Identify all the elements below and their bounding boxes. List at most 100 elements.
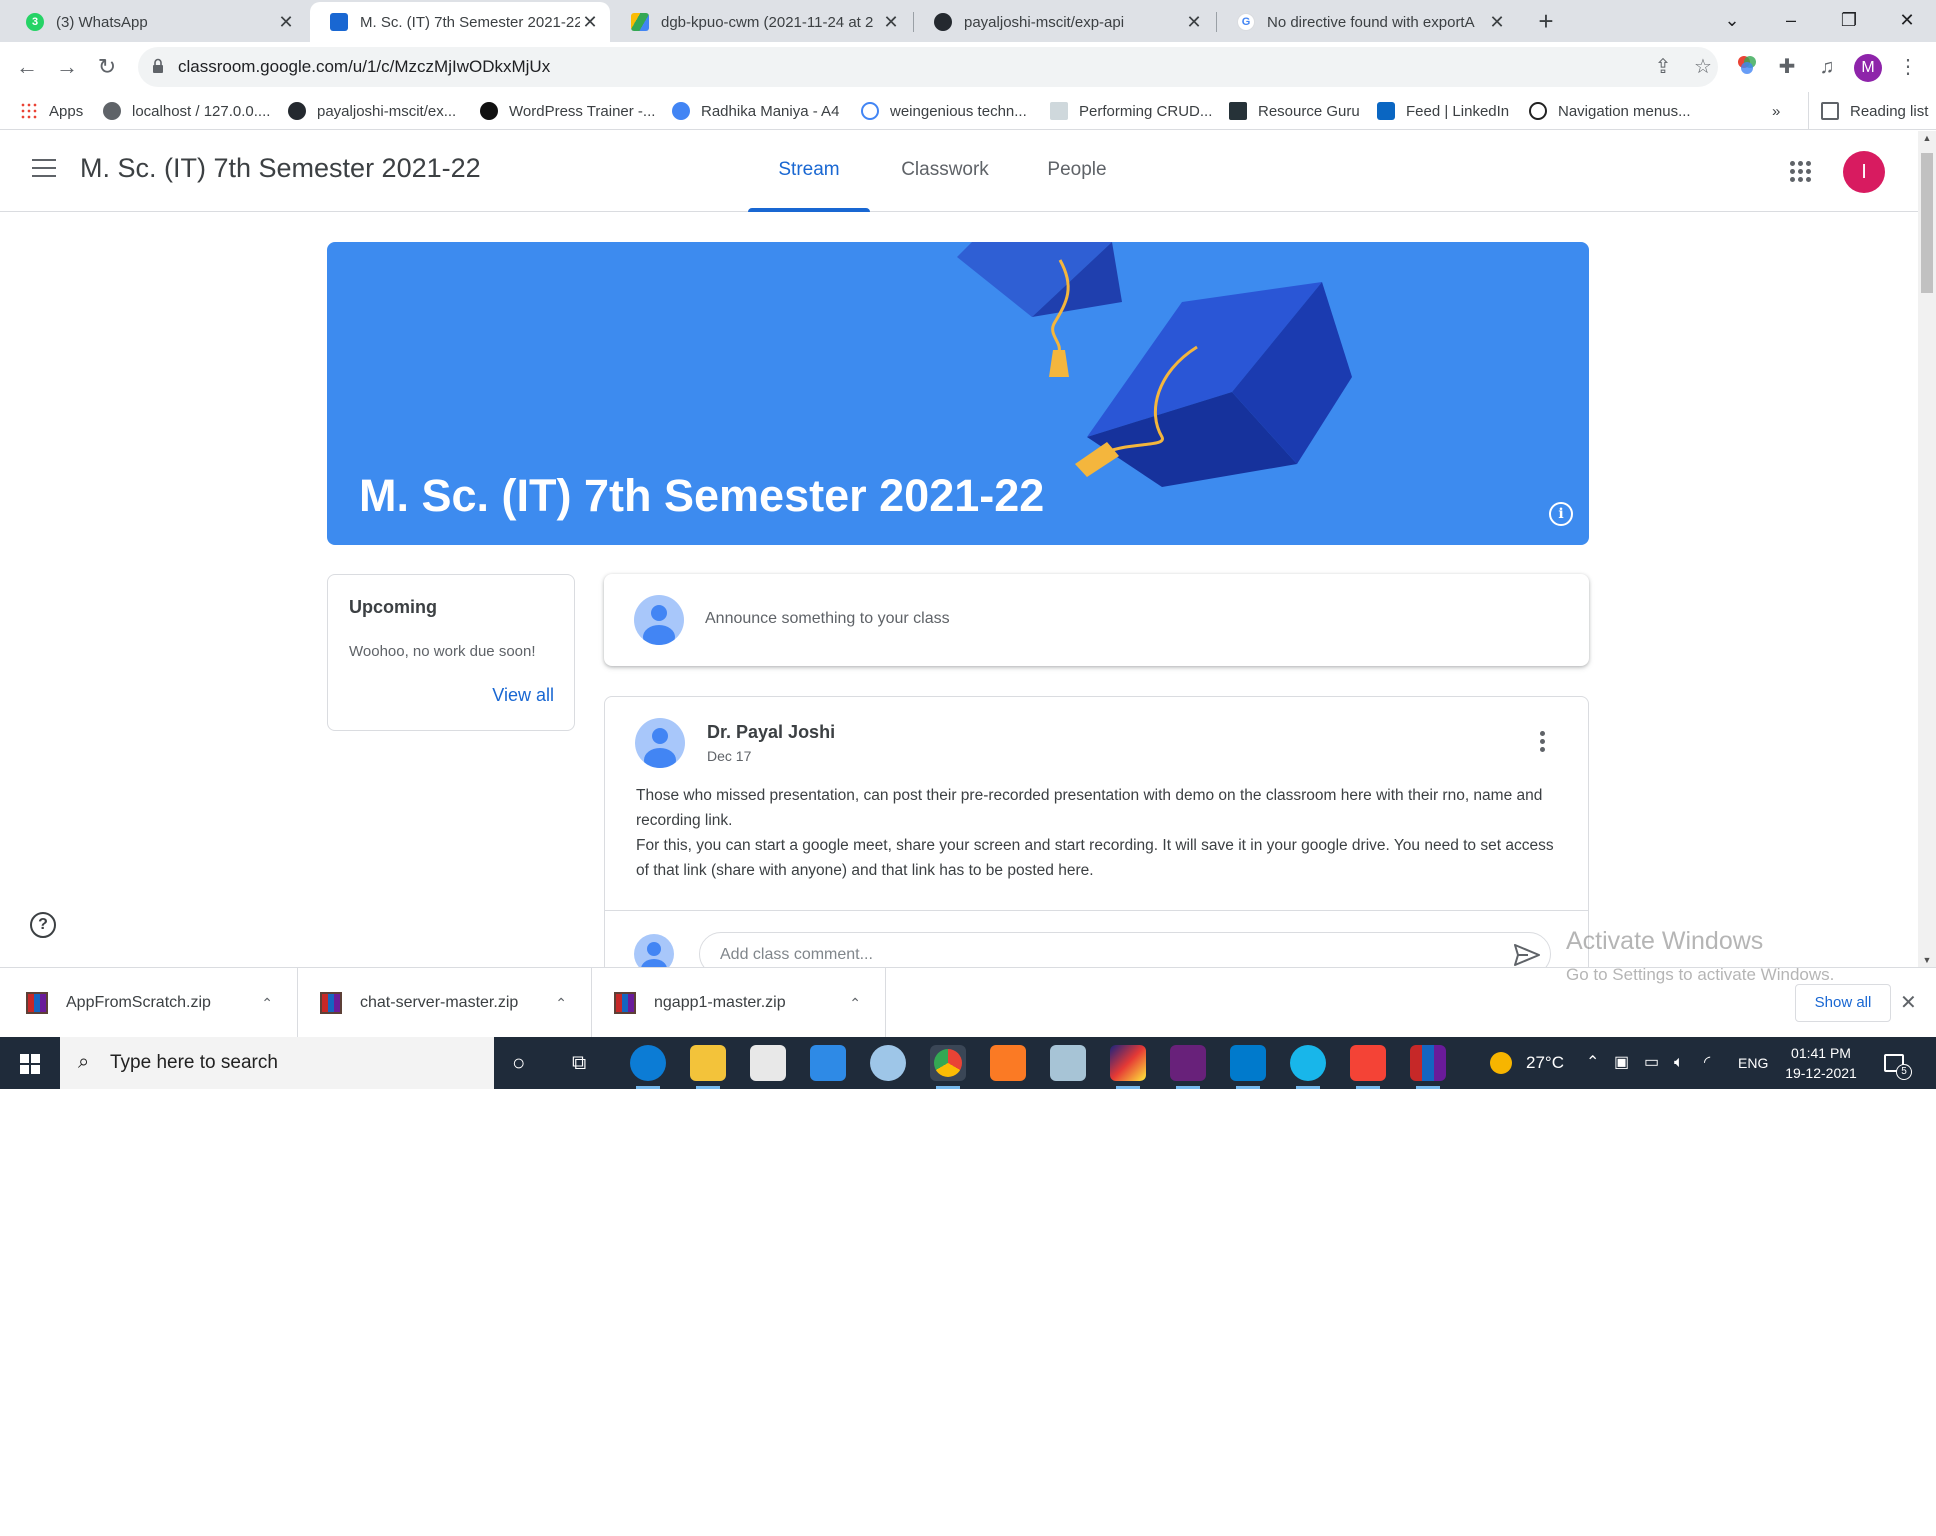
bookmark-weingenious[interactable]: weingenious techn... <box>861 92 1027 130</box>
bookmark-label: WordPress Trainer -... <box>509 102 656 120</box>
chevron-up-icon[interactable]: ⌃ <box>849 995 861 1012</box>
task-view-icon[interactable]: ⧉ <box>572 1037 586 1089</box>
page-scrollbar[interactable]: ▲ ▼ <box>1918 131 1936 967</box>
more-options-icon[interactable] <box>1540 731 1546 755</box>
bookmark-navigation-menus[interactable]: Navigation menus... <box>1529 92 1691 130</box>
bookmark-star-icon[interactable]: ☆ <box>1690 54 1716 80</box>
close-tab-icon[interactable]: ✕ <box>1487 12 1507 33</box>
tab-github[interactable]: payaljoshi-mscit/exp-api ✕ <box>914 2 1214 42</box>
mail-icon[interactable] <box>810 1045 846 1081</box>
help-icon[interactable]: ? <box>30 912 56 938</box>
tab-drive[interactable]: dgb-kpuo-cwm (2021-11-24 at 2 ✕ <box>611 2 911 42</box>
browser-tab-strip: 3 (3) WhatsApp ✕ M. Sc. (IT) 7th Semeste… <box>0 0 1936 42</box>
taskbar-search-box[interactable]: ⌕ Type here to search <box>60 1037 494 1089</box>
tab-whatsapp[interactable]: 3 (3) WhatsApp ✕ <box>6 2 306 42</box>
scrollbar-thumb[interactable] <box>1921 153 1933 293</box>
tab-people[interactable]: People <box>1018 131 1136 212</box>
vscode-icon[interactable] <box>1230 1045 1266 1089</box>
battery-icon[interactable]: ▭ <box>1644 1037 1659 1089</box>
tab-classroom[interactable]: M. Sc. (IT) 7th Semester 2021-22 ✕ <box>310 2 610 42</box>
language-indicator[interactable]: ENG <box>1738 1037 1768 1089</box>
bookmark-radhika[interactable]: Radhika Maniya - A4 <box>672 92 839 130</box>
resource-guru-icon <box>1229 102 1247 120</box>
upcoming-heading: Upcoming <box>349 597 437 617</box>
close-tab-icon[interactable]: ✕ <box>1184 12 1204 33</box>
course-name[interactable]: M. Sc. (IT) 7th Semester 2021-22 <box>80 153 481 184</box>
whatsapp-icon: 3 <box>26 13 44 31</box>
restore-icon[interactable]: ❐ <box>1820 0 1878 40</box>
chrome-icon[interactable] <box>930 1045 966 1089</box>
notepad-icon[interactable] <box>1050 1045 1086 1081</box>
account-avatar[interactable]: I <box>1843 151 1885 193</box>
chevron-up-icon[interactable]: ⌃ <box>261 995 273 1012</box>
scroll-down-icon[interactable]: ▼ <box>1918 955 1936 965</box>
profile-avatar[interactable]: M <box>1854 54 1882 82</box>
close-tab-icon[interactable]: ✕ <box>276 12 296 33</box>
bookmark-label: weingenious techn... <box>890 102 1027 120</box>
wifi-icon[interactable]: ◜ <box>1704 1037 1710 1089</box>
back-icon[interactable]: ← <box>10 50 44 84</box>
file-explorer-icon[interactable] <box>690 1045 726 1089</box>
notifications-icon[interactable]: 5 <box>1884 1037 1912 1089</box>
app-icon[interactable] <box>1110 1045 1146 1089</box>
reading-list-button[interactable]: Reading list <box>1808 92 1928 130</box>
tab-classwork[interactable]: Classwork <box>884 131 1006 212</box>
weather-temperature[interactable]: 27°C <box>1526 1037 1564 1089</box>
view-all-link[interactable]: View all <box>492 685 554 706</box>
tab-google-search[interactable]: G No directive found with exportA ✕ <box>1217 2 1517 42</box>
microsoft-store-icon[interactable] <box>750 1045 786 1081</box>
visual-studio-icon[interactable] <box>1170 1045 1206 1089</box>
bookmark-wordpress[interactable]: WordPress Trainer -... <box>480 92 655 130</box>
tab-search-icon[interactable]: ⌄ <box>1703 0 1761 40</box>
winrar-icon[interactable] <box>1410 1045 1446 1089</box>
show-hidden-icons-chevron-icon[interactable]: ⌃ <box>1586 1037 1599 1089</box>
bookmark-crud[interactable]: Performing CRUD... <box>1050 92 1212 130</box>
send-icon[interactable] <box>1514 944 1540 966</box>
bookmark-label: localhost / 127.0.0.... <box>132 102 271 120</box>
close-tab-icon[interactable]: ✕ <box>881 12 901 33</box>
reading-list-label: Reading list <box>1850 102 1929 120</box>
network-adapter-icon[interactable]: ▣ <box>1614 1037 1629 1089</box>
xampp-icon[interactable] <box>990 1045 1026 1081</box>
close-window-icon[interactable]: ✕ <box>1878 0 1936 40</box>
cortana-icon[interactable]: ○ <box>512 1037 525 1089</box>
app-icon[interactable] <box>1290 1045 1326 1089</box>
google-apps-icon[interactable] <box>1790 161 1812 183</box>
anydesk-icon[interactable] <box>1350 1045 1386 1089</box>
share-icon[interactable]: ⇪ <box>1650 54 1676 80</box>
chevron-up-icon[interactable]: ⌃ <box>555 995 567 1012</box>
tab-stream[interactable]: Stream <box>748 131 870 212</box>
scroll-up-icon[interactable]: ▲ <box>1918 133 1936 143</box>
announce-box[interactable]: Announce something to your class <box>604 574 1589 666</box>
windows-start-icon[interactable] <box>20 1054 40 1074</box>
bookmarks-overflow-button[interactable]: » <box>1772 92 1780 130</box>
new-tab-button[interactable]: + <box>1531 5 1561 37</box>
download-item[interactable]: chat-server-master.zip ⌃ <box>298 968 592 1038</box>
download-item[interactable]: AppFromScratch.zip ⌃ <box>0 968 298 1038</box>
bookmark-localhost[interactable]: localhost / 127.0.0.... <box>103 92 270 130</box>
forward-icon[interactable]: → <box>50 50 84 84</box>
bookmark-linkedin[interactable]: Feed | LinkedIn <box>1377 92 1509 130</box>
main-menu-icon[interactable] <box>32 159 56 177</box>
bookmark-github[interactable]: payaljoshi-mscit/ex... <box>288 92 456 130</box>
menu-kebab-icon[interactable]: ⋮ <box>1895 54 1921 80</box>
download-item[interactable]: ngapp1-master.zip ⌃ <box>592 968 886 1038</box>
bookmark-resource-guru[interactable]: Resource Guru <box>1229 92 1360 130</box>
extensions-puzzle-icon[interactable]: ✚ <box>1774 54 1800 80</box>
volume-icon[interactable]: 🔈︎ <box>1674 1037 1684 1089</box>
address-bar[interactable]: classroom.google.com/u/1/c/MzczMjIwODkxM… <box>138 47 1718 87</box>
media-control-icon[interactable]: ♫ <box>1814 54 1840 80</box>
color-extension-icon[interactable] <box>1734 54 1760 80</box>
edge-icon[interactable] <box>630 1045 666 1089</box>
weather-icon[interactable] <box>1490 1037 1512 1089</box>
paint-icon[interactable] <box>870 1045 906 1081</box>
class-comment-input[interactable]: Add class comment... <box>699 932 1551 967</box>
class-info-icon[interactable]: i <box>1549 502 1573 526</box>
bookmark-apps[interactable]: Apps <box>20 92 83 130</box>
close-tab-icon[interactable]: ✕ <box>580 12 600 33</box>
reload-icon[interactable]: ↻ <box>90 50 124 84</box>
show-all-downloads-button[interactable]: Show all <box>1795 984 1891 1022</box>
minimize-icon[interactable]: – <box>1762 0 1820 40</box>
taskbar-clock[interactable]: 01:41 PM 19-12-2021 <box>1776 1043 1866 1083</box>
close-download-shelf-icon[interactable]: ✕ <box>1900 990 1917 1015</box>
